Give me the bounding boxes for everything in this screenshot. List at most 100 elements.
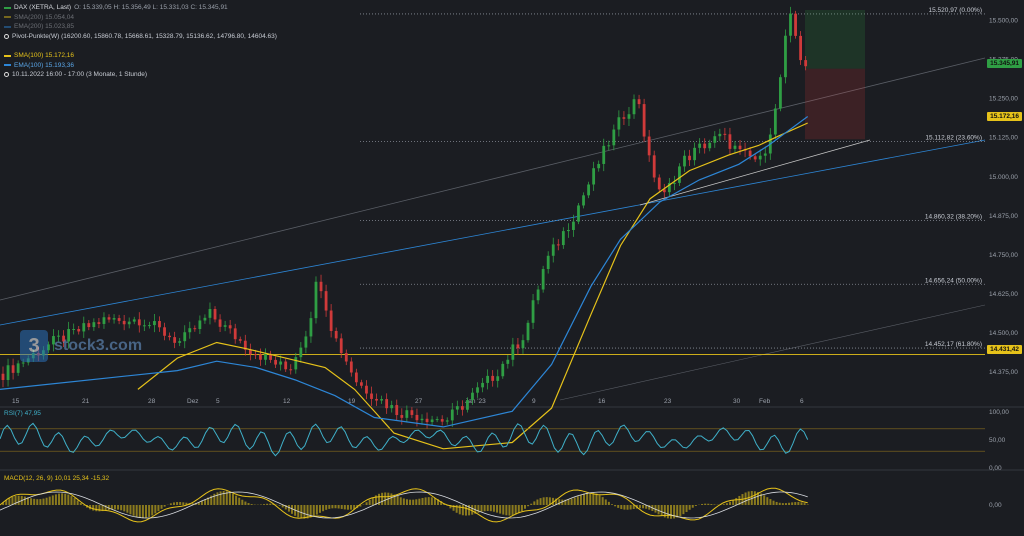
- candle-body: [738, 145, 742, 150]
- logo-badge: 3: [20, 330, 48, 362]
- candle-body: [360, 382, 363, 386]
- candle-body: [153, 321, 156, 326]
- candle-body: [703, 143, 707, 149]
- candle-body: [233, 328, 237, 340]
- candle-body: [753, 156, 757, 160]
- candle-body: [344, 353, 348, 362]
- candle-body: [425, 418, 429, 423]
- candle-body: [163, 327, 166, 336]
- candle-body: [420, 418, 424, 421]
- chart-legend: DAX (XETRA, Last) O: 15.339,05 H: 15.356…: [4, 3, 277, 80]
- candle-body: [637, 99, 641, 105]
- candle-body: [501, 363, 505, 377]
- candle-body: [577, 205, 580, 222]
- candle-body: [531, 300, 535, 323]
- candle-body: [324, 291, 328, 311]
- candle-body: [723, 133, 727, 135]
- x-tick-label: 23: [664, 398, 672, 405]
- candle-body: [158, 321, 161, 328]
- candle-body: [445, 420, 449, 422]
- legend-instrument: DAX (XETRA, Last) O: 15.339,05 H: 15.356…: [4, 3, 277, 13]
- candle-body: [365, 385, 368, 394]
- legend-range: 10.11.2022 16:00 - 17:00 (3 Monate, 1 St…: [4, 70, 277, 80]
- candle-body: [546, 255, 550, 270]
- candle-body: [728, 134, 732, 149]
- x-tick-label: 30: [733, 398, 741, 405]
- candle-body: [137, 319, 141, 326]
- candle-body: [617, 117, 621, 130]
- ema100-line: [0, 116, 809, 428]
- legend-sma200: SMA(200) 15.054,04: [4, 13, 277, 23]
- candle-body: [779, 77, 782, 109]
- candle-body: [279, 361, 283, 365]
- ema100-label: EMA(100) 15.193,36: [14, 61, 74, 69]
- y-tick-label: 14.500,00: [989, 330, 1018, 337]
- x-tick-label: 16: [598, 398, 606, 405]
- legend-pivot: Pivot-Punkte(W) (16200.60, 15860.78, 156…: [4, 32, 277, 42]
- candle-body: [758, 155, 762, 160]
- candle-body: [284, 361, 288, 370]
- candle-body: [566, 229, 570, 232]
- candle-body: [117, 318, 121, 321]
- candle-body: [516, 344, 520, 349]
- candle-body: [203, 317, 207, 321]
- support-price-label: 14.431,42: [987, 345, 1022, 354]
- x-tick-label: 5: [216, 398, 220, 405]
- rsi-line: [0, 422, 809, 457]
- candle-body: [400, 415, 404, 418]
- x-tick-label: 28: [148, 398, 156, 405]
- candle-body: [602, 145, 606, 164]
- candle-body: [173, 337, 177, 343]
- y-tick-label: 15.500,00: [989, 18, 1018, 25]
- rsi-tick-label: 50,00: [989, 437, 1006, 444]
- stop-zone: [805, 68, 865, 140]
- candle-body: [218, 319, 222, 327]
- candle-body: [21, 362, 25, 364]
- candle-body: [375, 398, 378, 401]
- candle-body: [708, 142, 712, 149]
- candle-body: [370, 393, 373, 399]
- candle-body: [274, 359, 277, 365]
- candle-body: [607, 145, 611, 147]
- candle-body: [632, 99, 636, 115]
- candle-body: [410, 410, 414, 415]
- candle-body: [748, 150, 752, 157]
- pivot-label: Pivot-Punkte(W) (16200.60, 15860.78, 156…: [12, 32, 277, 40]
- candle-body: [460, 406, 464, 410]
- candle-body: [193, 328, 197, 330]
- rsi-tick-label: 0,00: [989, 465, 1002, 472]
- y-tick-label: 14.625,00: [989, 291, 1018, 298]
- legend-ema100: EMA(100) 15.193,36: [4, 61, 277, 71]
- candle-body: [385, 399, 389, 409]
- candle-body: [526, 322, 530, 341]
- trend-line: [559, 304, 986, 401]
- candle-body: [642, 104, 646, 137]
- candle-body: [223, 325, 227, 327]
- candle-body: [496, 376, 500, 381]
- candle-body: [183, 332, 187, 342]
- candle-body: [678, 166, 681, 183]
- candle-body: [481, 382, 484, 388]
- candle-body: [455, 406, 459, 410]
- candle-body: [198, 320, 202, 330]
- stock3-logo: 3 stock3.com: [20, 330, 142, 362]
- candle-body: [132, 319, 136, 322]
- sma200-label: SMA(200) 15.054,04: [14, 13, 74, 21]
- candle-body: [314, 281, 318, 319]
- candle-body: [466, 400, 469, 410]
- candle-body: [440, 419, 444, 422]
- candle-body: [647, 136, 651, 156]
- candle-body: [718, 133, 722, 137]
- candle-body: [612, 129, 616, 146]
- last-price-label: 15.345,91: [987, 59, 1022, 68]
- candle-body: [627, 114, 631, 119]
- candle-body: [238, 339, 242, 341]
- candle-body: [622, 117, 626, 119]
- candle-body: [435, 419, 439, 421]
- candle-body: [773, 108, 777, 135]
- candle-body: [713, 136, 717, 143]
- clock-icon: [4, 72, 9, 78]
- x-tick-label: 27: [415, 398, 423, 405]
- ohlc-values: O: 15.339,05 H: 15.356,49 L: 15.331,03 C…: [74, 4, 228, 11]
- candle-body: [309, 318, 313, 337]
